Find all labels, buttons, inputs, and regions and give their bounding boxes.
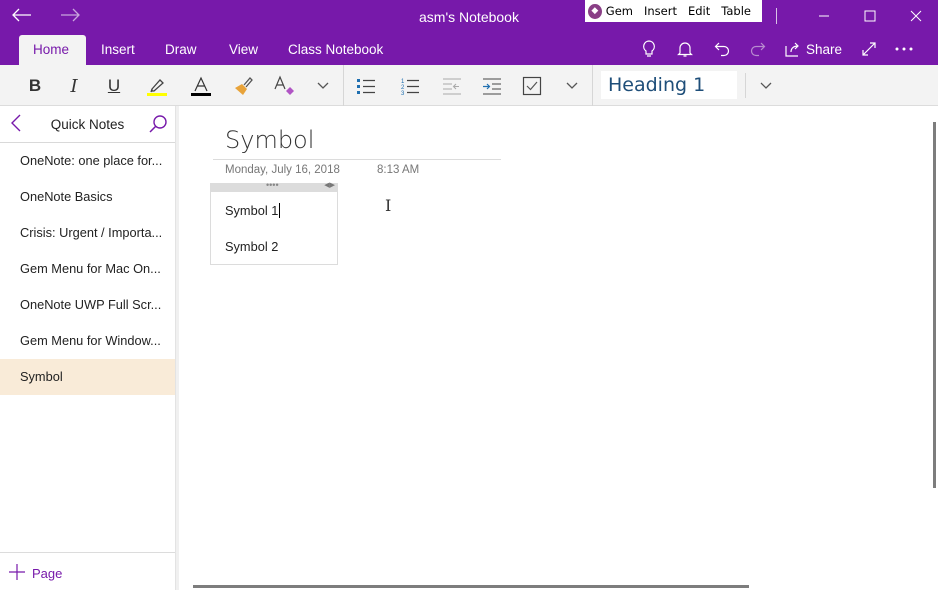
page-list-sidebar: Quick Notes OneNote: one place for... On…	[0, 106, 176, 590]
more-icon[interactable]	[894, 39, 914, 59]
numbered-list-icon: 123	[401, 79, 419, 95]
text-cursor	[279, 203, 281, 218]
note-line-text: Symbol 1	[225, 203, 279, 218]
gem-diamond-icon[interactable]: ◆	[588, 3, 602, 19]
share-icon	[785, 42, 799, 57]
window-title: asm's Notebook	[419, 9, 519, 25]
page-canvas[interactable]: Symbol Monday, July 16, 2018 8:13 AM •••…	[179, 106, 938, 590]
highlight-button[interactable]	[143, 73, 171, 99]
svg-text:3: 3	[401, 91, 405, 95]
note-line[interactable]: Symbol 1	[225, 203, 281, 218]
toolbar-separator	[592, 65, 593, 106]
sidebar-footer: Page	[0, 552, 175, 590]
page-list-item[interactable]: OneNote UWP Full Scr...	[0, 287, 175, 323]
plus-icon	[8, 563, 26, 583]
add-page-label: Page	[32, 565, 63, 581]
font-color-icon	[191, 76, 211, 96]
redo-icon[interactable]	[748, 39, 768, 59]
share-button[interactable]: Share	[785, 39, 845, 59]
page-list-item[interactable]: OneNote Basics	[0, 179, 175, 215]
checkbox-icon	[522, 76, 542, 96]
title-divider	[213, 159, 501, 160]
page-list-item[interactable]: OneNote: one place for...	[0, 143, 175, 179]
title-separator	[776, 8, 777, 24]
page-time: 8:13 AM	[377, 164, 420, 176]
close-button[interactable]	[904, 4, 928, 28]
clear-formatting-icon	[274, 75, 294, 95]
share-label: Share	[806, 41, 843, 57]
bullets-button[interactable]	[352, 73, 380, 99]
ribbon-tabs: Home Insert Draw View Class Notebook Sha…	[0, 32, 938, 65]
toolbar-separator	[343, 65, 344, 106]
format-painter-button[interactable]	[229, 73, 257, 99]
undo-icon[interactable]	[712, 39, 732, 59]
bell-icon[interactable]	[676, 39, 694, 59]
container-drag-handle[interactable]: •••• ◀▶	[211, 180, 337, 192]
page-title[interactable]: Symbol	[225, 126, 314, 154]
tab-view[interactable]: View	[229, 35, 258, 65]
gem-menu-bar: ◆ Gem Insert Edit Table	[585, 0, 762, 22]
maximize-button[interactable]	[858, 4, 882, 28]
numbering-button[interactable]: 123	[396, 73, 424, 99]
chevron-down-icon[interactable]	[309, 73, 337, 99]
toolbar-separator	[745, 73, 746, 98]
bullet-list-icon	[357, 79, 375, 94]
search-icon[interactable]	[148, 114, 168, 139]
decrease-indent-button[interactable]	[438, 73, 466, 99]
highlighter-icon	[147, 79, 167, 96]
gem-menu-insert[interactable]: Insert	[644, 4, 677, 18]
page-list-item[interactable]: Gem Menu for Mac On...	[0, 251, 175, 287]
horizontal-scrollbar[interactable]	[193, 585, 749, 588]
paintbrush-icon	[235, 77, 253, 95]
font-color-button[interactable]	[187, 73, 215, 99]
page-date: Monday, July 16, 2018	[225, 164, 340, 176]
tab-class-notebook[interactable]: Class Notebook	[288, 35, 383, 65]
chevron-down-icon[interactable]	[558, 73, 586, 99]
gem-menu-gem[interactable]: Gem	[606, 4, 633, 18]
clear-formatting-button[interactable]	[270, 73, 298, 99]
italic-button[interactable]: I	[60, 73, 88, 99]
indent-icon	[483, 78, 501, 95]
page-list-item-selected[interactable]: Symbol	[0, 359, 175, 395]
grip-dots-icon: ••••	[266, 180, 279, 190]
bold-button[interactable]: B	[21, 73, 49, 99]
style-selector[interactable]: Heading 1	[601, 71, 737, 99]
expand-icon[interactable]	[860, 39, 878, 59]
page-list-item[interactable]: Crisis: Urgent / Importa...	[0, 215, 175, 251]
section-header: Quick Notes	[0, 106, 175, 143]
tab-insert[interactable]: Insert	[101, 35, 135, 65]
todo-tag-button[interactable]	[518, 73, 546, 99]
lightbulb-icon[interactable]	[640, 39, 658, 59]
minimize-button[interactable]	[812, 4, 836, 28]
tab-home[interactable]: Home	[19, 35, 86, 65]
formatting-toolbar: B I U 123 Heading 1	[0, 65, 938, 106]
note-line[interactable]: Symbol 2	[225, 239, 278, 254]
resize-arrows-icon[interactable]: ◀▶	[324, 181, 335, 189]
add-page-button[interactable]: Page	[8, 563, 62, 583]
style-dropdown-chevron-icon[interactable]	[752, 73, 780, 99]
page-list-item[interactable]: Gem Menu for Window...	[0, 323, 175, 359]
underline-button[interactable]: U	[100, 73, 128, 99]
outdent-icon	[443, 78, 461, 95]
ibeam-cursor-icon: I	[385, 196, 392, 215]
tab-draw[interactable]: Draw	[165, 35, 197, 65]
gem-menu-table[interactable]: Table	[721, 4, 751, 18]
vertical-scrollbar[interactable]	[933, 122, 936, 488]
title-bar: asm's Notebook ◆ Gem Insert Edit Table	[0, 0, 938, 32]
increase-indent-button[interactable]	[478, 73, 506, 99]
note-container[interactable]: •••• ◀▶ Symbol 1 Symbol 2	[210, 180, 338, 265]
gem-menu-edit[interactable]: Edit	[688, 4, 710, 18]
